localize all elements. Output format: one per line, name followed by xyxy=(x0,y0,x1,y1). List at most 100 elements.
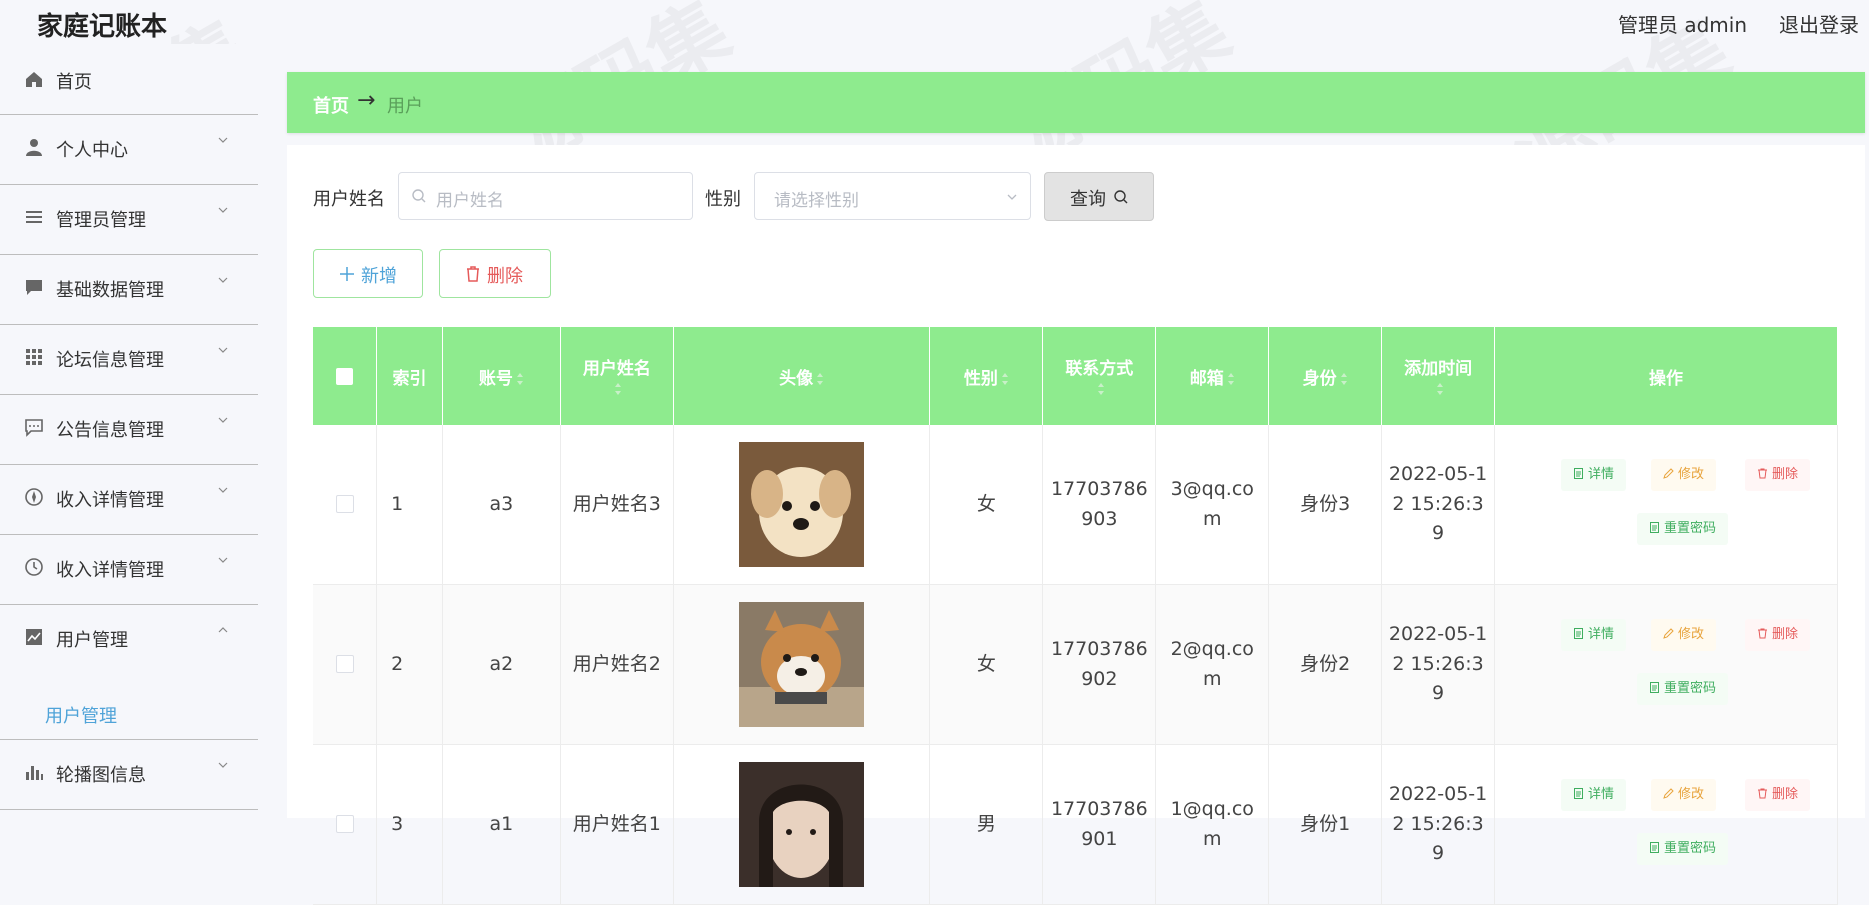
sort-icon[interactable] xyxy=(1227,372,1235,386)
breadcrumb-home[interactable]: 首页 xyxy=(313,92,349,118)
gender-label: 性别 xyxy=(705,189,741,210)
compass-icon xyxy=(25,488,43,506)
row-checkbox-cell[interactable] xyxy=(313,744,378,905)
edit-icon xyxy=(1663,468,1674,479)
row-delete-button[interactable]: 删除 xyxy=(1745,459,1811,492)
cell-time: 2022-05-12 15:26:39 xyxy=(1381,584,1496,745)
header-checkbox-cell[interactable] xyxy=(313,327,378,425)
row-delete-button[interactable]: 删除 xyxy=(1745,619,1811,652)
sidebar: 首页 个人中心 管理员管理 基础数据管理 论坛信息管理 公告信息管理 收入详情管… xyxy=(0,44,258,818)
sidebar-item-income-2[interactable]: 收入详情管理 xyxy=(0,535,258,605)
row-checkbox[interactable] xyxy=(335,495,354,514)
logout-link[interactable]: 退出登录 xyxy=(1779,9,1859,38)
search-icon xyxy=(1114,190,1128,204)
sidebar-item-label: 论坛信息管理 xyxy=(56,350,164,371)
chart-icon xyxy=(26,629,42,645)
sidebar-item-label: 收入详情管理 xyxy=(56,490,164,511)
gender-select-placeholder: 请选择性别 xyxy=(774,191,859,211)
bar-chart-icon xyxy=(26,766,43,780)
document-icon xyxy=(1574,628,1584,639)
sidebar-item-basic-data[interactable]: 基础数据管理 xyxy=(0,255,258,325)
gender-select[interactable]: 请选择性别 xyxy=(754,172,1031,220)
column-header[interactable]: 性别 xyxy=(929,327,1044,425)
reset-password-button[interactable]: 重置密码 xyxy=(1637,833,1729,866)
cell-ops: 详情 修改 删除 重置密码 xyxy=(1494,425,1838,585)
detail-button[interactable]: 详情 xyxy=(1561,779,1627,812)
document-icon xyxy=(1650,682,1660,693)
avatar-image[interactable] xyxy=(739,762,865,887)
chevron-up-icon xyxy=(218,627,228,633)
sort-icon[interactable] xyxy=(816,372,824,386)
sort-icon[interactable] xyxy=(516,372,524,386)
reset-password-button[interactable]: 重置密码 xyxy=(1637,673,1729,706)
column-header[interactable]: 添加时间 xyxy=(1381,327,1496,425)
edit-button[interactable]: 修改 xyxy=(1651,459,1717,492)
chevron-down-icon xyxy=(218,277,228,283)
add-button[interactable]: 新增 xyxy=(313,249,423,298)
chevron-down-icon xyxy=(218,417,228,423)
row-checkbox-cell[interactable] xyxy=(313,584,378,745)
sidebar-item-label: 个人中心 xyxy=(56,140,128,161)
search-icon xyxy=(412,189,426,203)
message-icon xyxy=(25,419,43,437)
row-checkbox-cell[interactable] xyxy=(313,425,378,585)
sidebar-item-label: 用户管理 xyxy=(56,630,128,651)
edit-button[interactable]: 修改 xyxy=(1651,619,1717,652)
sort-icon[interactable] xyxy=(1001,372,1009,386)
chevron-down-icon xyxy=(218,762,228,768)
select-all-checkbox[interactable] xyxy=(336,367,354,385)
sort-icon[interactable] xyxy=(1097,382,1105,396)
edit-button[interactable]: 修改 xyxy=(1651,779,1717,812)
column-header: 操作 xyxy=(1494,327,1838,425)
column-header[interactable]: 邮箱 xyxy=(1155,327,1270,425)
sidebar-item-home[interactable]: 首页 xyxy=(0,44,258,115)
detail-label: 详情 xyxy=(1588,787,1615,802)
admin-label: 管理员 admin xyxy=(1617,13,1747,37)
row-checkbox[interactable] xyxy=(335,655,354,674)
sidebar-item-user-management[interactable]: 用户管理 用户管理 xyxy=(0,605,258,740)
sidebar-item-personal-center[interactable]: 个人中心 xyxy=(0,115,258,185)
query-button[interactable]: 查询 xyxy=(1044,172,1154,221)
column-header-label: 头像 xyxy=(779,368,814,389)
cell-account: a3 xyxy=(442,425,561,585)
sidebar-item-label: 首页 xyxy=(56,72,92,93)
sidebar-item-carousel[interactable]: 轮播图信息 xyxy=(0,740,258,810)
sidebar-item-admin-management[interactable]: 管理员管理 xyxy=(0,185,258,255)
cell-name: 用户姓名2 xyxy=(560,584,674,745)
column-header[interactable]: 联系方式 xyxy=(1042,327,1157,425)
cell-avatar xyxy=(673,425,931,585)
cell-email: 3@qq.com xyxy=(1155,425,1270,585)
column-header-label: 操作 xyxy=(1649,368,1684,389)
column-header[interactable]: 用户姓名 xyxy=(560,327,674,425)
user-table: 索引 账号 用户姓名 头像 性别 联系方式 邮箱 身份 添加时间 操作 1 a3… xyxy=(313,327,1838,905)
avatar-image[interactable] xyxy=(739,442,865,567)
reset-password-button[interactable]: 重置密码 xyxy=(1637,513,1729,546)
cell-time: 2022-05-12 15:26:39 xyxy=(1381,425,1496,585)
sort-icon[interactable] xyxy=(1436,382,1444,396)
sidebar-item-label: 管理员管理 xyxy=(56,210,146,231)
column-header[interactable]: 头像 xyxy=(673,327,931,425)
cell-avatar xyxy=(673,584,931,745)
name-search-input[interactable]: 用户姓名 xyxy=(398,172,693,220)
detail-button[interactable]: 详情 xyxy=(1561,459,1627,492)
cell-gender: 女 xyxy=(929,584,1044,745)
column-header[interactable]: 身份 xyxy=(1268,327,1383,425)
avatar-image[interactable] xyxy=(739,602,865,727)
row-delete-button[interactable]: 删除 xyxy=(1745,779,1811,812)
cell-index: 2 xyxy=(376,584,443,745)
sort-icon[interactable] xyxy=(614,382,622,396)
cell-index: 1 xyxy=(376,425,443,585)
sidebar-item-forum[interactable]: 论坛信息管理 xyxy=(0,325,258,395)
sort-icon[interactable] xyxy=(1340,372,1348,386)
sidebar-item-notice[interactable]: 公告信息管理 xyxy=(0,395,258,465)
breadcrumb: 首页 → 用户 xyxy=(287,72,1865,133)
cell-index: 3 xyxy=(376,744,443,905)
submenu-item-user-management[interactable]: 用户管理 xyxy=(45,702,117,728)
document-icon xyxy=(1650,842,1660,853)
detail-button[interactable]: 详情 xyxy=(1561,619,1627,652)
cell-gender: 女 xyxy=(929,425,1044,585)
column-header[interactable]: 账号 xyxy=(442,327,561,425)
sidebar-item-income-1[interactable]: 收入详情管理 xyxy=(0,465,258,535)
name-search-label: 用户姓名 xyxy=(313,189,385,210)
delete-button[interactable]: 删除 xyxy=(439,249,551,298)
